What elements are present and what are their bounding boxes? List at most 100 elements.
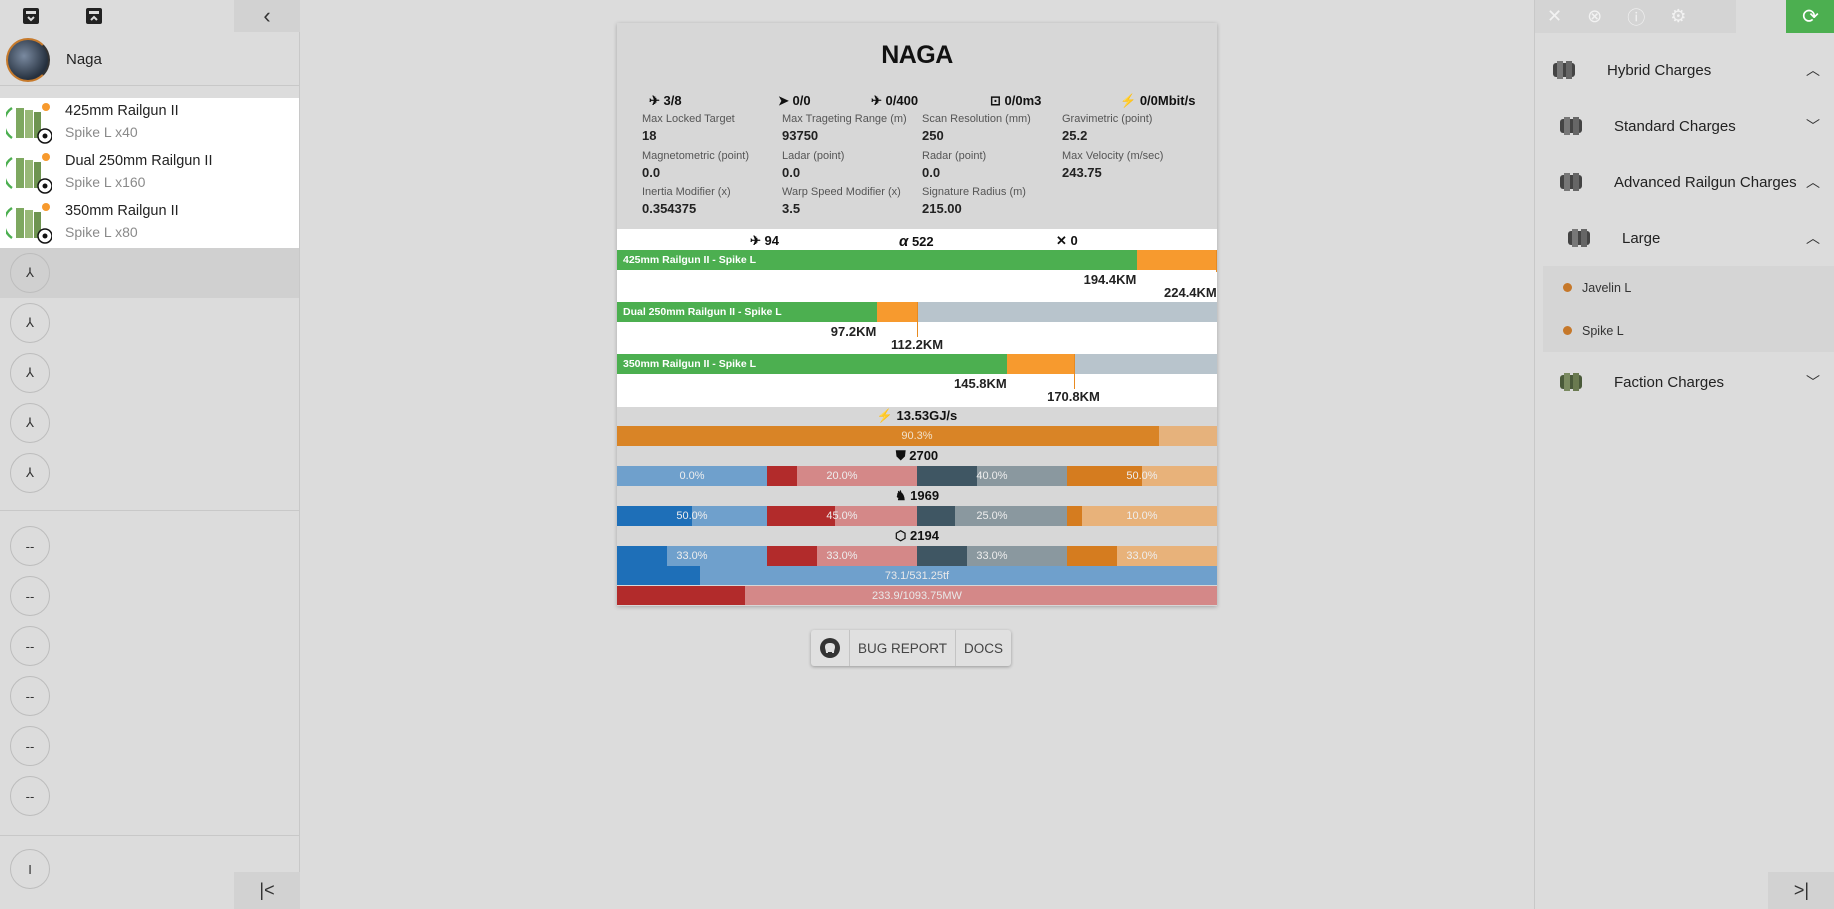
fitting-sidebar: ‹ Naga 425mm Railgun II Spike L x40 Dual… (0, 0, 300, 909)
high-slot-module[interactable]: Dual 250mm Railgun II Spike L x160 (0, 148, 299, 198)
stat-label: Ladar (point) (782, 150, 845, 162)
bug-report-button[interactable]: BUG REPORT (850, 630, 957, 666)
low-slot-icon: -- (10, 576, 50, 616)
mid-slot[interactable]: ⅄ (0, 298, 299, 348)
fit-summary-card: NAGA ✈ 3/8 ➤ 0/0 ✈ 0/400 ⊡ 0/0m3 ⚡ 0/0Mb… (617, 23, 1217, 606)
info-icon[interactable]: ⓘ (1627, 4, 1645, 30)
kinetic-resist-value: 40.0% (976, 470, 1008, 482)
mid-slot-icon: ⅄ (10, 353, 50, 393)
falloff-fill (1136, 250, 1217, 270)
low-slot-list: -- -- -- -- -- -- (0, 521, 299, 821)
capacitor-rate: 13.53GJ/s (896, 408, 958, 423)
em-resist: 0.0% (617, 466, 767, 486)
explosive-resist: 50.0% (1067, 466, 1217, 486)
falloff-range-label: 224.4KM (1164, 285, 1217, 300)
power-grid-usage: 233.9/1093.75MW (872, 590, 962, 602)
stat-value: 0.0 (782, 165, 801, 180)
kinetic-resist-value: 25.0% (976, 510, 1008, 522)
bandwidth-value: 0/0Mbit/s (1139, 93, 1196, 108)
mid-slot[interactable]: ⅄ (0, 248, 299, 298)
explosive-resist: 33.0% (1067, 546, 1217, 566)
bandwidth-icon: ⚡ (1120, 93, 1137, 108)
drone-dps-value: 0 (1070, 233, 1078, 248)
high-slot-list: 425mm Railgun II Spike L x40 Dual 250mm … (0, 98, 299, 248)
low-slot[interactable]: -- (0, 771, 299, 821)
group-hybrid-charges[interactable]: Hybrid Charges ︿ (1535, 42, 1834, 98)
dps-value: 94 (764, 233, 779, 248)
mid-slot[interactable]: ⅄ (0, 348, 299, 398)
module-charge: Spike L x80 (65, 224, 138, 240)
thermal-resist-value: 45.0% (826, 510, 858, 522)
load-icon[interactable] (84, 6, 104, 26)
rig-slot-icon: I (10, 849, 50, 889)
em-resist: 33.0% (617, 546, 767, 566)
charge-item[interactable]: Javelin L (1543, 266, 1834, 309)
em-resist-value: 0.0% (679, 470, 705, 482)
github-button[interactable] (811, 630, 850, 666)
charge-browser: ✕ ⊗ ⓘ ⚙ ⟳ Hybrid Charges ︿ Standard Char… (1534, 0, 1834, 909)
armor-hp: 1969 (910, 488, 940, 503)
save-icon[interactable] (21, 6, 41, 26)
group-large[interactable]: Large ︿ (1551, 210, 1834, 266)
falloff-tick (1073, 354, 1075, 389)
module-name: 350mm Railgun II (65, 203, 179, 219)
stat-item: Max Locked Target 18 (642, 113, 782, 143)
module-name: 425mm Railgun II (65, 103, 179, 119)
low-slot[interactable]: -- (0, 621, 299, 671)
charge-list: Javelin L Spike L (1543, 266, 1834, 352)
cancel-icon[interactable]: ⊗ (1587, 6, 1602, 27)
low-slot[interactable]: -- (0, 571, 299, 621)
drone-capacity: ➤ 0/0 (778, 93, 811, 109)
mid-slot[interactable]: ⅄ (0, 448, 299, 498)
low-slot[interactable]: -- (0, 521, 299, 571)
thermal-resist-value: 33.0% (826, 550, 858, 562)
chevron-up-icon: ︿ (1806, 174, 1820, 190)
group-label: Hybrid Charges (1607, 61, 1712, 79)
stat-item: Warp Speed Modifier (x) 3.5 (782, 186, 922, 216)
cpu-bar: 73.1/531.25tf (617, 566, 1217, 585)
mid-slot-icon: ⅄ (10, 303, 50, 343)
low-slot[interactable]: -- (0, 671, 299, 721)
explosive-resist-value: 50.0% (1126, 470, 1158, 482)
em-resist: 50.0% (617, 506, 767, 526)
weapon-label: 425mm Railgun II - Spike L (623, 254, 757, 266)
ship-avatar (6, 37, 50, 82)
group-advanced-railgun-charges[interactable]: Advanced Railgun Charges ︿ (1543, 154, 1834, 210)
group-standard-charges[interactable]: Standard Charges ﹀ (1543, 98, 1834, 154)
expand-right-icon[interactable]: >| (1768, 872, 1834, 909)
module-charge: Spike L x40 (65, 124, 138, 140)
capacitor-header: ⚡ 13.53GJ/s (617, 408, 1217, 426)
falloff-fill (1007, 354, 1074, 374)
charge-group-icon (1560, 173, 1582, 191)
back-chevron-icon[interactable]: ‹ (234, 0, 300, 32)
docs-button[interactable]: DOCS (956, 630, 1011, 666)
collapse-left-icon[interactable]: |< (234, 872, 300, 909)
settings-icon[interactable]: ⚙ (1670, 6, 1686, 27)
mid-slot-icon: ⅄ (10, 403, 50, 443)
sync-icon[interactable]: ⟳ (1786, 0, 1834, 33)
mid-slot[interactable]: ⅄ (0, 398, 299, 448)
high-slot-module[interactable]: 350mm Railgun II Spike L x80 (0, 198, 299, 248)
group-label: Standard Charges (1614, 117, 1736, 135)
left-toolbar: ‹ (0, 0, 300, 32)
ship-selector[interactable]: Naga (0, 34, 299, 86)
charge-item[interactable]: Spike L (1543, 309, 1834, 352)
low-slot-icon: -- (10, 676, 50, 716)
thermal-resist-value: 20.0% (826, 470, 858, 482)
launcher-capacity: ✈ 3/8 (649, 93, 682, 109)
group-faction-charges[interactable]: Faction Charges ﹀ (1543, 354, 1834, 410)
close-icon[interactable]: ✕ (1547, 6, 1562, 27)
low-slot-icon: -- (10, 726, 50, 766)
high-slot-module[interactable]: 425mm Railgun II Spike L x40 (0, 98, 299, 148)
dps-icon: ✈ (750, 233, 761, 248)
stat-item: Radar (point) 0.0 (922, 150, 1062, 180)
cube-icon: ⊡ (990, 93, 1001, 108)
explosive-resist: 10.0% (1067, 506, 1217, 526)
stat-label: Max Locked Target (642, 113, 735, 125)
footer-links: BUG REPORT DOCS (811, 630, 1012, 666)
divider (0, 510, 299, 511)
low-slot[interactable]: -- (0, 721, 299, 771)
capacity-row: ✈ 3/8 ➤ 0/0 ✈ 0/400 ⊡ 0/0m3 ⚡ 0/0Mbit/s (647, 93, 1195, 113)
alpha-value: 522 (911, 234, 934, 249)
drone-bay-icon: ✈ (871, 93, 882, 108)
